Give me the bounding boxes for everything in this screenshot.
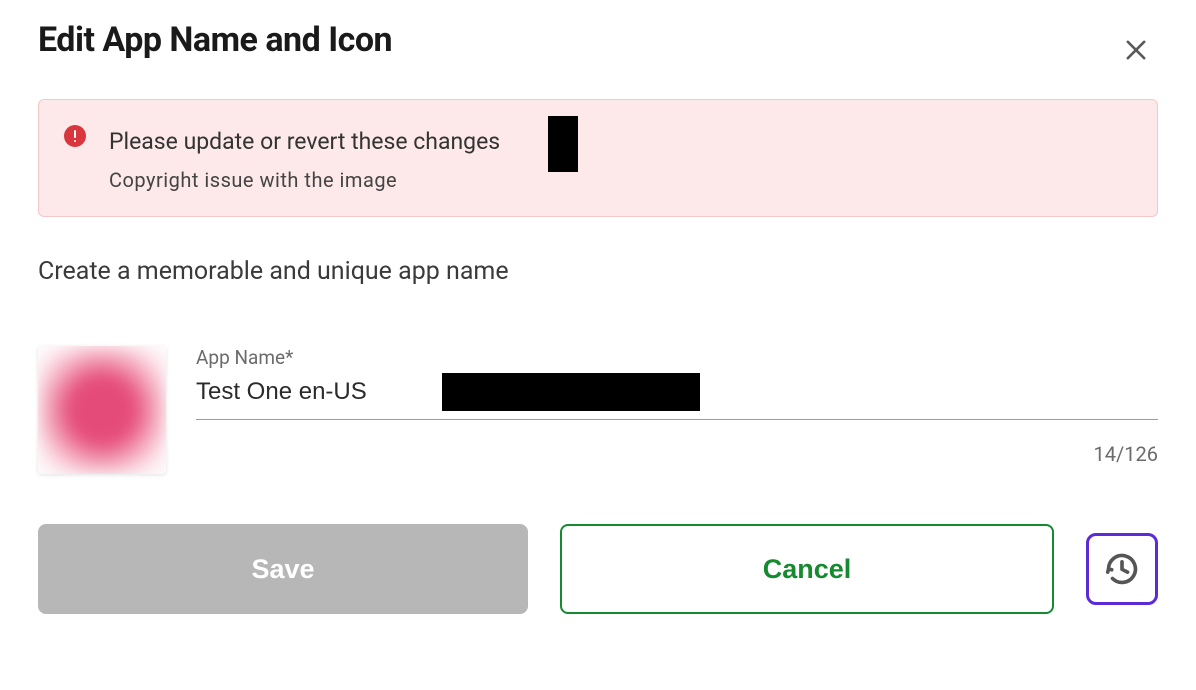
app-icon-image <box>38 346 166 474</box>
history-icon <box>1103 550 1141 588</box>
redacted-block <box>548 116 578 172</box>
alert-title: Please update or revert these changes <box>109 128 500 155</box>
helper-text: Create a memorable and unique app name <box>38 257 1158 286</box>
close-button[interactable] <box>1114 28 1158 75</box>
alert-subtitle: Copyright issue with the image <box>109 168 1133 192</box>
page-title: Edit App Name and Icon <box>38 20 392 60</box>
save-button[interactable]: Save <box>38 524 528 614</box>
app-icon-upload[interactable] <box>38 346 166 474</box>
redacted-block <box>442 373 700 411</box>
alert-icon <box>63 124 87 148</box>
app-name-input[interactable] <box>196 374 416 410</box>
alert-banner: Please update or revert these changes Co… <box>38 99 1158 217</box>
close-icon <box>1122 36 1150 64</box>
char-counter: 14/126 <box>1094 442 1158 466</box>
cancel-button[interactable]: Cancel <box>560 524 1054 614</box>
app-name-label: App Name* <box>196 346 1158 369</box>
history-button[interactable] <box>1086 533 1158 605</box>
